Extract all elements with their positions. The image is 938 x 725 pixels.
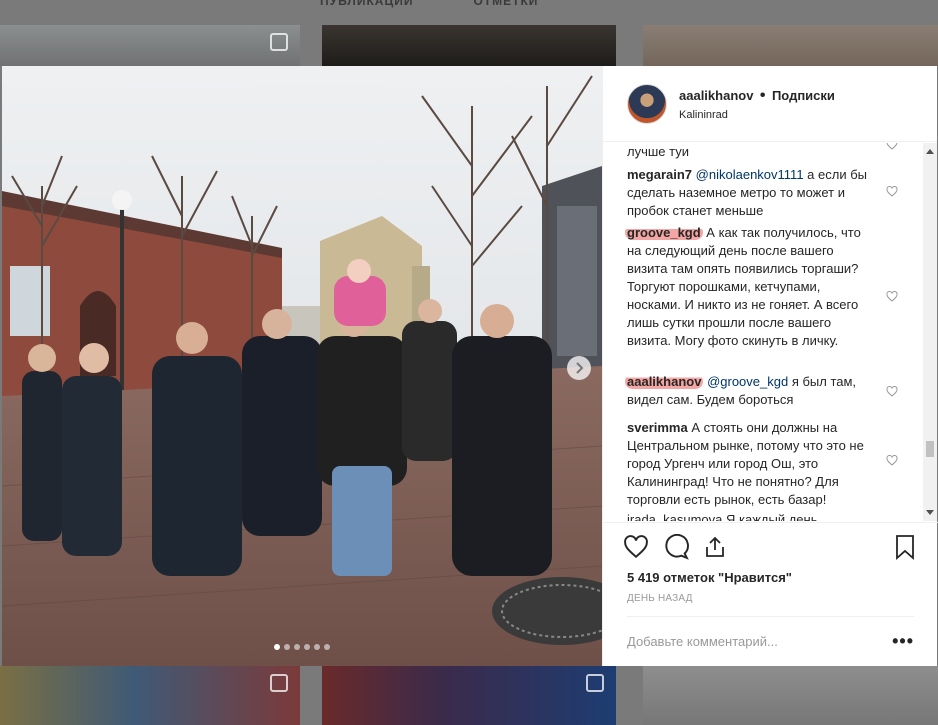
comment: sverimma А стоять они должны на Централь… (627, 419, 867, 509)
heart-icon[interactable] (886, 455, 898, 466)
carousel-dot (284, 644, 290, 650)
scroll-up-arrow-icon[interactable] (926, 149, 934, 154)
grid-thumbnail[interactable] (322, 666, 616, 725)
tab-tagged[interactable]: ОТМЕТКИ (473, 0, 538, 10)
comment-icon[interactable] (663, 534, 689, 560)
comments-scrollbar[interactable] (923, 143, 937, 521)
add-comment-bar: Добавьте комментарий... ••• (627, 616, 914, 666)
avatar[interactable] (627, 83, 667, 124)
post-actions: 5 419 отметок "Нравится" ДЕНЬ НАЗАД (603, 522, 938, 604)
follow-button[interactable]: Подписки (772, 88, 835, 103)
header-separator: • (759, 86, 766, 104)
post-sidebar: aaalikhanov • Подписки Kalininrad лучше … (602, 66, 938, 666)
post-username[interactable]: aaalikhanov (679, 88, 753, 103)
heart-icon[interactable] (886, 291, 898, 302)
post-modal: aaalikhanov • Подписки Kalininrad лучше … (2, 66, 938, 666)
post-date[interactable]: ДЕНЬ НАЗАД (627, 593, 938, 604)
post-header: aaalikhanov • Подписки Kalininrad (603, 66, 937, 142)
comment-mention[interactable]: @groove_kgd (707, 374, 788, 389)
grid-thumbnail[interactable] (0, 25, 300, 66)
heart-icon[interactable] (623, 535, 649, 559)
share-icon[interactable] (703, 534, 727, 560)
grid-thumbnail[interactable] (643, 666, 938, 725)
carousel-dot (304, 644, 310, 650)
multi-photo-icon (270, 674, 288, 692)
heart-icon[interactable] (886, 186, 898, 197)
scroll-down-arrow-icon[interactable] (926, 510, 934, 515)
comment-username[interactable]: megarain7 (627, 167, 692, 182)
comment: aaalikhanov @groove_kgd я был там, видел… (625, 373, 867, 409)
scrollbar-thumb[interactable] (926, 441, 934, 457)
carousel-dot (314, 644, 320, 650)
likes-count[interactable]: 5 419 отметок "Нравится" (627, 570, 938, 585)
comment-input[interactable]: Добавьте комментарий... (627, 634, 778, 649)
tab-publications[interactable]: ПУБЛИКАЦИИ (320, 0, 413, 10)
chevron-right-icon (576, 362, 584, 374)
comment-text: А как так получилось, что на следующий д… (627, 225, 861, 348)
comment-partial-top: лучше туи (627, 144, 689, 159)
comments-list: лучше туи megarain7 @nikolaenkov1111 а е… (603, 143, 938, 521)
carousel-next-button[interactable] (567, 356, 591, 380)
multi-photo-icon (270, 33, 288, 51)
more-options-button[interactable]: ••• (892, 631, 914, 652)
comment-username[interactable]: aaalikhanov (625, 374, 704, 389)
grid-thumbnail[interactable] (322, 25, 616, 66)
carousel-dot (294, 644, 300, 650)
carousel-dot (274, 644, 280, 650)
grid-thumbnail[interactable] (643, 25, 938, 66)
comment-mention[interactable]: @nikolaenkov1111 (696, 167, 804, 182)
comment-username[interactable]: groove_kgd (625, 225, 703, 240)
post-photo[interactable] (2, 66, 602, 666)
post-location[interactable]: Kalininrad (679, 109, 835, 121)
heart-icon[interactable] (886, 386, 898, 397)
bookmark-icon[interactable] (894, 534, 916, 560)
heart-icon[interactable] (886, 143, 898, 150)
comment-partial-bottom: irada_kasumova Я каждый день (627, 512, 818, 521)
carousel-dots (274, 644, 330, 650)
street-scene-image (2, 66, 602, 666)
carousel-dot (324, 644, 330, 650)
grid-thumbnail[interactable] (0, 666, 300, 725)
comment: groove_kgd А как так получилось, что на … (625, 224, 867, 350)
profile-tabs: ПУБЛИКАЦИИ ОТМЕТКИ (320, 0, 538, 10)
comment: megarain7 @nikolaenkov1111 а если бы сде… (627, 166, 867, 220)
comment-username[interactable]: sverimma (627, 420, 688, 435)
multi-photo-icon (586, 674, 604, 692)
